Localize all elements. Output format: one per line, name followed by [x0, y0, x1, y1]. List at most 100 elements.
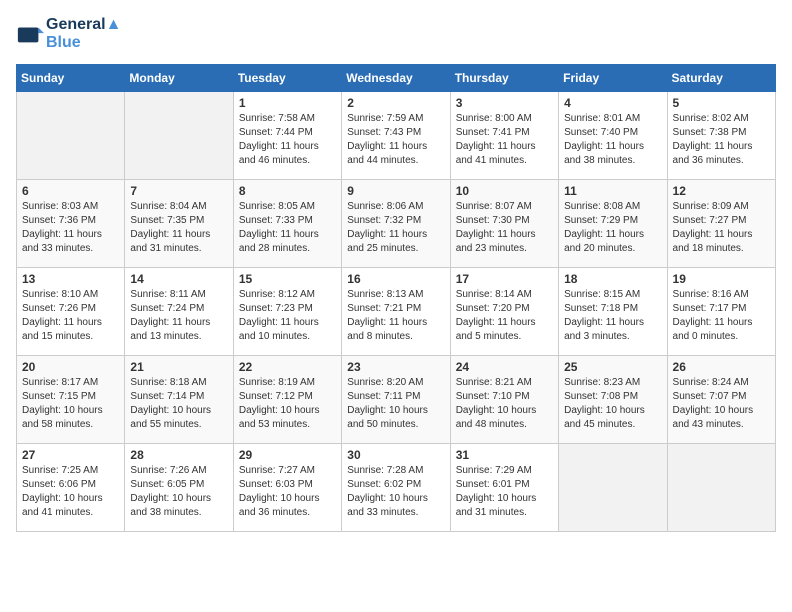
- day-cell: 6Sunrise: 8:03 AM Sunset: 7:36 PM Daylig…: [17, 180, 125, 268]
- day-info: Sunrise: 8:15 AM Sunset: 7:18 PM Dayligh…: [564, 288, 661, 344]
- day-info: Sunrise: 8:19 AM Sunset: 7:12 PM Dayligh…: [239, 376, 336, 432]
- day-number: 8: [239, 184, 336, 198]
- week-row-3: 13 Sunrise: 8:10 AM Sunset: 7:26 PM Dayli…: [17, 268, 776, 356]
- day-cell: 20 Sunrise: 8:17 AM Sunset: 7:15 PM Dayli…: [17, 356, 125, 444]
- day-info: Sunrise: 8:10 AM Sunset: 7:26 PM Dayligh…: [22, 288, 119, 344]
- day-cell: 18 Sunrise: 8:15 AM Sunset: 7:18 PM Dayli…: [559, 268, 667, 356]
- day-cell: 21 Sunrise: 8:18 AM Sunset: 7:14 PM Dayli…: [125, 356, 233, 444]
- day-info: Sunrise: 7:25 AM Sunset: 6:06 PM Dayligh…: [22, 464, 119, 520]
- day-cell: 9 Sunrise: 8:06 AM Sunset: 7:32 PM Daylig…: [342, 180, 450, 268]
- day-number: 17: [456, 272, 553, 286]
- day-info: Sunrise: 8:00 AM Sunset: 7:41 PM Dayligh…: [456, 112, 553, 168]
- day-cell: 11Sunrise: 8:08 AM Sunset: 7:29 PM Dayli…: [559, 180, 667, 268]
- day-cell: 26 Sunrise: 8:24 AM Sunset: 7:07 PM Dayli…: [667, 356, 775, 444]
- day-cell: 28 Sunrise: 7:26 AM Sunset: 6:05 PM Dayli…: [125, 444, 233, 532]
- logo-line2: Blue: [46, 34, 121, 52]
- day-info: Sunrise: 8:14 AM Sunset: 7:20 PM Dayligh…: [456, 288, 553, 344]
- day-info: Sunrise: 8:06 AM Sunset: 7:32 PM Dayligh…: [347, 200, 444, 256]
- day-info: Sunrise: 8:02 AM Sunset: 7:38 PM Dayligh…: [673, 112, 770, 168]
- day-info: Sunrise: 8:23 AM Sunset: 7:08 PM Dayligh…: [564, 376, 661, 432]
- day-info: Sunrise: 8:20 AM Sunset: 7:11 PM Dayligh…: [347, 376, 444, 432]
- day-number: 18: [564, 272, 661, 286]
- week-row-1: 1Sunrise: 7:58 AM Sunset: 7:44 PM Daylig…: [17, 92, 776, 180]
- logo: General▲ Blue: [16, 16, 121, 52]
- day-cell: [667, 444, 775, 532]
- day-number: 9: [347, 184, 444, 198]
- day-info: Sunrise: 8:04 AM Sunset: 7:35 PM Dayligh…: [130, 200, 227, 256]
- day-info: Sunrise: 8:05 AM Sunset: 7:33 PM Dayligh…: [239, 200, 336, 256]
- day-number: 21: [130, 360, 227, 374]
- day-cell: 24 Sunrise: 8:21 AM Sunset: 7:10 PM Dayli…: [450, 356, 558, 444]
- day-number: 31: [456, 448, 553, 462]
- day-number: 3: [456, 96, 553, 110]
- day-number: 11: [564, 184, 661, 198]
- day-info: Sunrise: 8:07 AM Sunset: 7:30 PM Dayligh…: [456, 200, 553, 256]
- day-cell: [125, 92, 233, 180]
- day-number: 22: [239, 360, 336, 374]
- day-cell: 17 Sunrise: 8:14 AM Sunset: 7:20 PM Dayli…: [450, 268, 558, 356]
- day-number: 28: [130, 448, 227, 462]
- day-cell: 27Sunrise: 7:25 AM Sunset: 6:06 PM Dayli…: [17, 444, 125, 532]
- day-info: Sunrise: 8:24 AM Sunset: 7:07 PM Dayligh…: [673, 376, 770, 432]
- day-cell: 2 Sunrise: 7:59 AM Sunset: 7:43 PM Daylig…: [342, 92, 450, 180]
- day-cell: 14 Sunrise: 8:11 AM Sunset: 7:24 PM Dayli…: [125, 268, 233, 356]
- day-cell: [559, 444, 667, 532]
- day-cell: 22 Sunrise: 8:19 AM Sunset: 7:12 PM Dayli…: [233, 356, 341, 444]
- day-cell: 15Sunrise: 8:12 AM Sunset: 7:23 PM Dayli…: [233, 268, 341, 356]
- day-number: 16: [347, 272, 444, 286]
- day-info: Sunrise: 8:09 AM Sunset: 7:27 PM Dayligh…: [673, 200, 770, 256]
- header-cell-friday: Friday: [559, 65, 667, 92]
- logo-line1: General▲: [46, 16, 121, 34]
- day-number: 26: [673, 360, 770, 374]
- day-number: 10: [456, 184, 553, 198]
- day-number: 2: [347, 96, 444, 110]
- day-number: 1: [239, 96, 336, 110]
- day-number: 24: [456, 360, 553, 374]
- header-cell-thursday: Thursday: [450, 65, 558, 92]
- day-info: Sunrise: 7:28 AM Sunset: 6:02 PM Dayligh…: [347, 464, 444, 520]
- day-cell: 3 Sunrise: 8:00 AM Sunset: 7:41 PM Daylig…: [450, 92, 558, 180]
- day-number: 23: [347, 360, 444, 374]
- week-row-2: 6Sunrise: 8:03 AM Sunset: 7:36 PM Daylig…: [17, 180, 776, 268]
- day-cell: 19 Sunrise: 8:16 AM Sunset: 7:17 PM Dayli…: [667, 268, 775, 356]
- day-cell: 7 Sunrise: 8:04 AM Sunset: 7:35 PM Daylig…: [125, 180, 233, 268]
- day-cell: 12Sunrise: 8:09 AM Sunset: 7:27 PM Dayli…: [667, 180, 775, 268]
- day-info: Sunrise: 8:21 AM Sunset: 7:10 PM Dayligh…: [456, 376, 553, 432]
- header-row: SundayMondayTuesdayWednesdayThursdayFrid…: [17, 65, 776, 92]
- day-number: 19: [673, 272, 770, 286]
- day-number: 6: [22, 184, 119, 198]
- day-cell: 4 Sunrise: 8:01 AM Sunset: 7:40 PM Daylig…: [559, 92, 667, 180]
- day-cell: 29Sunrise: 7:27 AM Sunset: 6:03 PM Dayli…: [233, 444, 341, 532]
- day-number: 4: [564, 96, 661, 110]
- day-info: Sunrise: 8:13 AM Sunset: 7:21 PM Dayligh…: [347, 288, 444, 344]
- day-cell: 10 Sunrise: 8:07 AM Sunset: 7:30 PM Dayli…: [450, 180, 558, 268]
- day-info: Sunrise: 8:11 AM Sunset: 7:24 PM Dayligh…: [130, 288, 227, 344]
- day-info: Sunrise: 8:16 AM Sunset: 7:17 PM Dayligh…: [673, 288, 770, 344]
- day-cell: 13 Sunrise: 8:10 AM Sunset: 7:26 PM Dayli…: [17, 268, 125, 356]
- header-cell-saturday: Saturday: [667, 65, 775, 92]
- day-cell: 1Sunrise: 7:58 AM Sunset: 7:44 PM Daylig…: [233, 92, 341, 180]
- day-cell: 8 Sunrise: 8:05 AM Sunset: 7:33 PM Daylig…: [233, 180, 341, 268]
- day-info: Sunrise: 7:29 AM Sunset: 6:01 PM Dayligh…: [456, 464, 553, 520]
- week-row-5: 27Sunrise: 7:25 AM Sunset: 6:06 PM Dayli…: [17, 444, 776, 532]
- day-info: Sunrise: 7:26 AM Sunset: 6:05 PM Dayligh…: [130, 464, 227, 520]
- day-info: Sunrise: 8:17 AM Sunset: 7:15 PM Dayligh…: [22, 376, 119, 432]
- day-cell: [17, 92, 125, 180]
- day-cell: 23 Sunrise: 8:20 AM Sunset: 7:11 PM Dayli…: [342, 356, 450, 444]
- day-info: Sunrise: 7:59 AM Sunset: 7:43 PM Dayligh…: [347, 112, 444, 168]
- day-number: 14: [130, 272, 227, 286]
- day-cell: 31 Sunrise: 7:29 AM Sunset: 6:01 PM Dayli…: [450, 444, 558, 532]
- day-number: 7: [130, 184, 227, 198]
- day-cell: 30Sunrise: 7:28 AM Sunset: 6:02 PM Dayli…: [342, 444, 450, 532]
- day-info: Sunrise: 8:01 AM Sunset: 7:40 PM Dayligh…: [564, 112, 661, 168]
- week-row-4: 20 Sunrise: 8:17 AM Sunset: 7:15 PM Dayli…: [17, 356, 776, 444]
- day-number: 5: [673, 96, 770, 110]
- day-number: 20: [22, 360, 119, 374]
- day-number: 15: [239, 272, 336, 286]
- header-cell-monday: Monday: [125, 65, 233, 92]
- day-cell: 5 Sunrise: 8:02 AM Sunset: 7:38 PM Daylig…: [667, 92, 775, 180]
- day-number: 13: [22, 272, 119, 286]
- day-info: Sunrise: 8:18 AM Sunset: 7:14 PM Dayligh…: [130, 376, 227, 432]
- day-cell: 16 Sunrise: 8:13 AM Sunset: 7:21 PM Dayli…: [342, 268, 450, 356]
- day-number: 29: [239, 448, 336, 462]
